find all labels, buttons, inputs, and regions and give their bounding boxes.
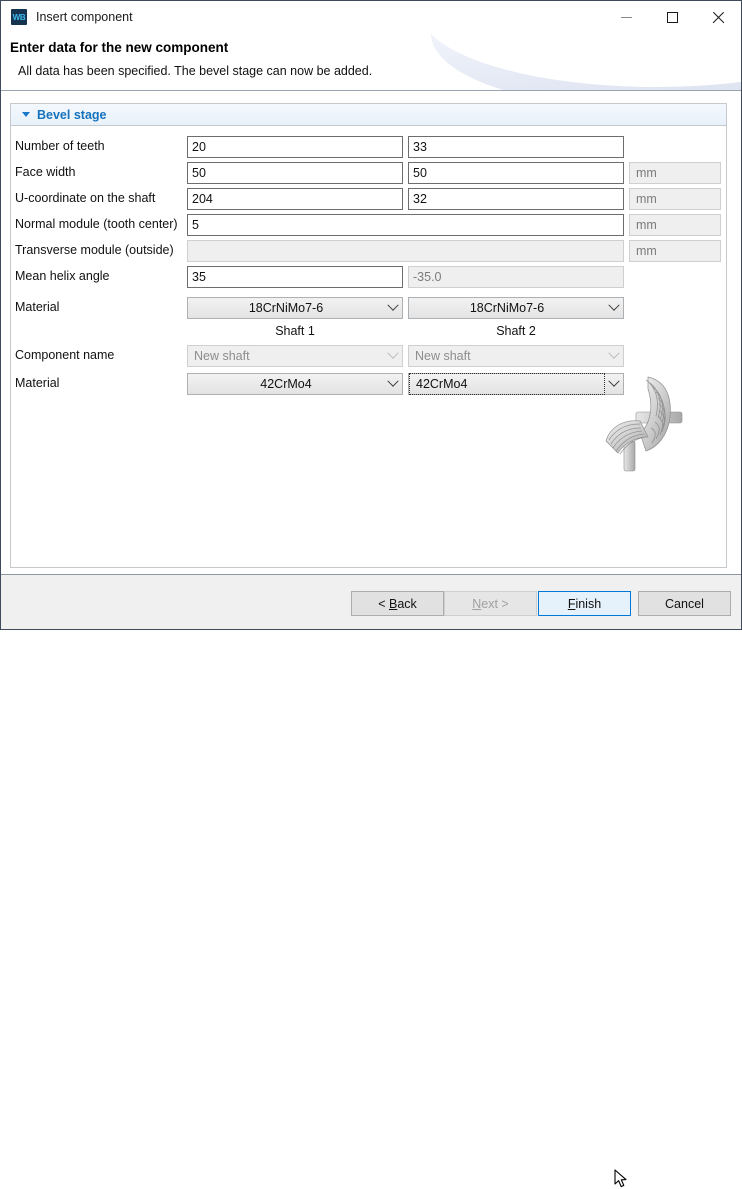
- label-number-of-teeth: Number of teeth: [15, 139, 105, 153]
- chevron-down-icon: [605, 304, 623, 312]
- input-transverse-module: [187, 240, 624, 262]
- row-number-of-teeth: Number of teeth 20 33: [1, 136, 741, 158]
- chevron-down-icon: [384, 304, 402, 312]
- column-header-shaft1: Shaft 1: [187, 324, 403, 338]
- select-shaft-material-2-value: 42CrMo4: [410, 374, 604, 394]
- column-header-shaft2: Shaft 2: [408, 324, 624, 338]
- label-gear-material: Material: [15, 300, 59, 314]
- select-shaft-material-1[interactable]: 42CrMo4: [187, 373, 403, 395]
- input-number-of-teeth-1[interactable]: 20: [187, 136, 403, 158]
- close-button[interactable]: [695, 1, 741, 33]
- page-title: Enter data for the new component: [10, 40, 228, 55]
- page-subtitle: All data has been specified. The bevel s…: [18, 64, 372, 78]
- unit-normal-module: mm: [629, 214, 721, 236]
- input-normal-module[interactable]: 5: [187, 214, 624, 236]
- finish-button-label: Finish: [568, 597, 601, 611]
- next-button: Next >: [444, 591, 537, 616]
- chevron-down-icon: [384, 380, 402, 388]
- row-normal-module: Normal module (tooth center) 5 mm: [1, 214, 741, 236]
- back-button-label: < Back: [378, 597, 417, 611]
- select-shaft-material-2[interactable]: 42CrMo4: [408, 373, 624, 395]
- input-mean-helix-angle-2: -35.0: [408, 266, 624, 288]
- select-component-name-1: New shaft: [187, 345, 403, 367]
- select-gear-material-2[interactable]: 18CrNiMo7-6: [408, 297, 624, 319]
- window-controls: [603, 1, 741, 33]
- app-icon: WB: [11, 9, 27, 25]
- row-u-coordinate: U-coordinate on the shaft 204 32 mm: [1, 188, 741, 210]
- mouse-cursor-icon: [614, 1169, 630, 1189]
- label-normal-module: Normal module (tooth center): [15, 217, 178, 231]
- label-mean-helix-angle: Mean helix angle: [15, 269, 110, 283]
- minimize-button[interactable]: [603, 1, 649, 33]
- input-u-coordinate-1[interactable]: 204: [187, 188, 403, 210]
- unit-transverse-module: mm: [629, 240, 721, 262]
- select-component-name-1-value: New shaft: [188, 346, 384, 366]
- label-transverse-module: Transverse module (outside): [15, 243, 174, 257]
- chevron-down-icon: [384, 352, 402, 360]
- bevel-gear-preview-image: [596, 371, 711, 486]
- input-mean-helix-angle-1[interactable]: 35: [187, 266, 403, 288]
- row-transverse-module: Transverse module (outside) mm: [1, 240, 741, 262]
- input-u-coordinate-2[interactable]: 32: [408, 188, 624, 210]
- unit-face-width: mm: [629, 162, 721, 184]
- select-shaft-material-1-value: 42CrMo4: [188, 374, 384, 394]
- dialog-body: Bevel stage Number of teeth 20 33 Face w…: [1, 91, 741, 574]
- row-shaft-headers: Shaft 1 Shaft 2: [1, 322, 741, 344]
- cancel-button[interactable]: Cancel: [638, 591, 731, 616]
- maximize-button[interactable]: [649, 1, 695, 33]
- dialog-footer: < Back Next > Finish Cancel: [1, 574, 741, 629]
- maximize-icon: [667, 12, 678, 23]
- select-component-name-2-value: New shaft: [409, 346, 605, 366]
- window-title: Insert component: [36, 10, 133, 24]
- finish-button[interactable]: Finish: [538, 591, 631, 616]
- chevron-down-icon: [605, 352, 623, 360]
- row-gear-material: Material 18CrNiMo7-6 18CrNiMo7-6: [1, 297, 741, 319]
- next-button-label: Next >: [472, 597, 508, 611]
- input-face-width-2[interactable]: 50: [408, 162, 624, 184]
- select-gear-material-1-value: 18CrNiMo7-6: [188, 298, 384, 318]
- input-face-width-1[interactable]: 50: [187, 162, 403, 184]
- row-component-name: Component name New shaft New shaft: [1, 345, 741, 367]
- label-u-coordinate: U-coordinate on the shaft: [15, 191, 155, 205]
- input-number-of-teeth-2[interactable]: 33: [408, 136, 624, 158]
- minimize-icon: [621, 17, 632, 18]
- bevel-stage-group-header[interactable]: Bevel stage: [10, 103, 727, 126]
- insert-component-dialog: WB Insert component Enter data for the n…: [0, 0, 742, 630]
- select-component-name-2: New shaft: [408, 345, 624, 367]
- row-face-width: Face width 50 50 mm: [1, 162, 741, 184]
- label-face-width: Face width: [15, 165, 75, 179]
- label-shaft-material: Material: [15, 376, 59, 390]
- cancel-button-label: Cancel: [665, 597, 704, 611]
- group-title: Bevel stage: [37, 108, 106, 122]
- header-banner: Enter data for the new component All dat…: [1, 33, 741, 91]
- unit-u-coordinate: mm: [629, 188, 721, 210]
- select-gear-material-2-value: 18CrNiMo7-6: [409, 298, 605, 318]
- back-button[interactable]: < Back: [351, 591, 444, 616]
- row-mean-helix-angle: Mean helix angle 35 -35.0: [1, 266, 741, 288]
- label-component-name: Component name: [15, 348, 114, 362]
- title-bar: WB Insert component: [1, 1, 741, 33]
- close-icon: [712, 11, 725, 24]
- chevron-down-icon[interactable]: [22, 112, 30, 117]
- select-gear-material-1[interactable]: 18CrNiMo7-6: [187, 297, 403, 319]
- bevel-stage-form: Number of teeth 20 33 Face width 50 50 m…: [1, 126, 741, 574]
